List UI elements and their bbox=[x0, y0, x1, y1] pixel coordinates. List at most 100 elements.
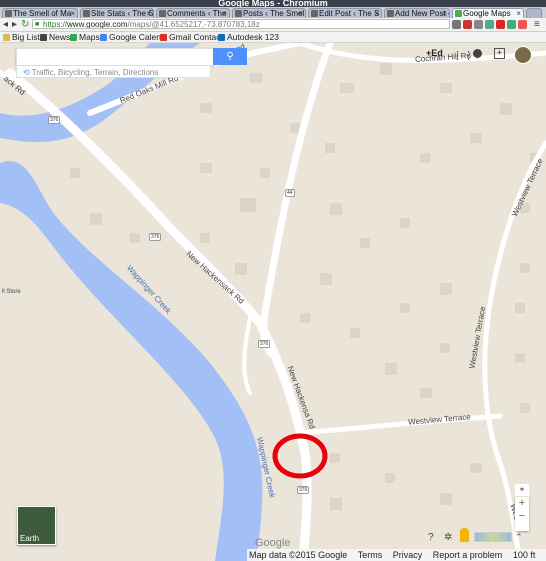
close-tab-icon[interactable]: × bbox=[298, 9, 303, 18]
tab-1[interactable]: Site Stats ‹ The S × bbox=[80, 8, 154, 18]
river-main bbox=[0, 161, 263, 561]
tab-label: Google Maps bbox=[463, 9, 511, 18]
earth-view-toggle[interactable]: Earth bbox=[17, 506, 56, 545]
close-tab-icon[interactable]: × bbox=[442, 9, 447, 18]
extension-icon[interactable] bbox=[507, 20, 516, 29]
back-icon[interactable]: ◂ bbox=[3, 19, 8, 30]
maps-icon bbox=[70, 34, 77, 41]
route-shield: 376 bbox=[297, 486, 310, 494]
earth-label: Earth bbox=[20, 534, 40, 543]
tab-strip: The Smell of Ma × Site Stats ‹ The S × Com… bbox=[0, 7, 546, 18]
bookmark-news[interactable]: News bbox=[40, 32, 70, 42]
report-problem-link[interactable]: Report a problem bbox=[433, 550, 503, 560]
tab-2[interactable]: Comments ‹ The × bbox=[156, 8, 230, 18]
tab-label: The Smell of Ma bbox=[13, 9, 72, 18]
directions-icon: ⟲ bbox=[23, 68, 30, 77]
bookmark-maps[interactable]: Maps bbox=[70, 32, 100, 42]
tab-label: Site Stats ‹ The S bbox=[91, 9, 154, 18]
zoom-in-button[interactable]: + bbox=[515, 497, 529, 510]
favicon-icon bbox=[387, 10, 394, 17]
google-logo: Google bbox=[255, 537, 291, 549]
close-tab-icon[interactable]: × bbox=[70, 9, 75, 18]
search-input[interactable] bbox=[16, 48, 214, 66]
new-tab-button[interactable] bbox=[526, 8, 542, 18]
favicon-icon bbox=[83, 10, 90, 17]
map-footer: Map data ©2015 Google Terms Privacy Repo… bbox=[247, 549, 546, 561]
extension-icon[interactable] bbox=[485, 20, 494, 29]
news-icon bbox=[40, 34, 47, 41]
help-icon[interactable]: ? bbox=[428, 532, 434, 543]
calendar-icon bbox=[100, 34, 107, 41]
apps-grid-icon[interactable]: ⋮⋮ bbox=[452, 49, 474, 62]
expand-chevron-up-icon[interactable]: ⌃ bbox=[515, 532, 523, 543]
zoom-control[interactable]: + − bbox=[515, 497, 529, 531]
tab-label: Comments ‹ The bbox=[167, 9, 227, 18]
avatar[interactable] bbox=[514, 46, 532, 64]
privacy-link[interactable]: Privacy bbox=[393, 550, 423, 560]
route-shield: 376 bbox=[258, 340, 271, 348]
window-titlebar: Google Maps - Chromium bbox=[0, 0, 546, 8]
notifications-icon[interactable] bbox=[473, 49, 482, 58]
terms-link[interactable]: Terms bbox=[358, 550, 383, 560]
bookmark-label: Big List bbox=[12, 32, 40, 42]
zoom-out-button[interactable]: − bbox=[515, 510, 529, 523]
tab-0[interactable]: The Smell of Ma × bbox=[2, 8, 78, 18]
bookmark-label: Gmail Contact bbox=[169, 32, 223, 42]
layers-hint-text: Traffic, Bicycling, Terrain, Directions bbox=[31, 68, 159, 77]
tab-label: Edit Post ‹ The S bbox=[319, 9, 380, 18]
menu-icon[interactable]: ≡ bbox=[534, 19, 540, 30]
browser-toolbar: ◂ ▸ ↻ ■ https://www.google.com/maps/@41.… bbox=[0, 18, 546, 32]
extension-icon[interactable] bbox=[518, 20, 527, 29]
extension-icon[interactable] bbox=[474, 20, 483, 29]
tab-5[interactable]: Add New Post ‹ × bbox=[384, 8, 450, 18]
share-plus-icon[interactable]: + bbox=[494, 48, 505, 59]
pegman-street-view-icon[interactable] bbox=[460, 528, 469, 542]
tab-4[interactable]: Edit Post ‹ The S × bbox=[308, 8, 382, 18]
url-host: www.google.com bbox=[67, 20, 128, 29]
scale-bar[interactable]: 100 ft bbox=[513, 550, 536, 560]
route-shield: 376 bbox=[149, 233, 162, 241]
bookmark-big-list[interactable]: Big List bbox=[3, 32, 40, 42]
bookmark-label: Autodesk 123 bbox=[227, 32, 279, 42]
route-shield: 376 bbox=[48, 116, 61, 124]
layers-hint[interactable]: ⟲ Traffic, Bicycling, Terrain, Direction… bbox=[16, 65, 211, 78]
search-icon: ⚲ bbox=[226, 51, 234, 62]
bookmark-autodesk[interactable]: Autodesk 123 bbox=[218, 32, 279, 42]
url-path: /maps/@41.6525217,-73.870783,18z bbox=[127, 20, 260, 29]
bookmark-google-calendar[interactable]: Google Calend bbox=[100, 32, 166, 42]
tab-3[interactable]: Posts ‹ The Smel × bbox=[232, 8, 306, 18]
folder-icon bbox=[3, 34, 10, 41]
reload-icon[interactable]: ↻ bbox=[21, 19, 29, 30]
close-tab-icon[interactable]: × bbox=[222, 9, 227, 18]
google-plus-name-link[interactable]: +Ed bbox=[426, 48, 443, 58]
close-tab-icon[interactable]: × bbox=[516, 9, 521, 18]
compass-icon[interactable]: ✶ bbox=[515, 484, 529, 496]
road-spur bbox=[242, 316, 252, 395]
close-tab-icon[interactable]: × bbox=[374, 9, 379, 18]
extension-icon[interactable] bbox=[496, 20, 505, 29]
tab-label: Posts ‹ The Smel bbox=[243, 9, 305, 18]
url-scheme: https:// bbox=[43, 20, 68, 29]
gmail-icon bbox=[160, 34, 167, 41]
tab-6-active[interactable]: Google Maps × bbox=[452, 8, 524, 18]
address-bar[interactable]: ■ https://www.google.com/maps/@41.652521… bbox=[32, 19, 450, 29]
route-shield: 44 bbox=[285, 189, 295, 197]
close-tab-icon[interactable]: × bbox=[146, 9, 151, 18]
poi-label-store: ll Store bbox=[2, 289, 21, 295]
search-button[interactable]: ⚲ bbox=[213, 48, 247, 65]
forward-icon[interactable]: ▸ bbox=[12, 19, 17, 30]
bookmarks-bar: Big List News Maps Google Calend Gmail C… bbox=[0, 32, 546, 43]
bookmark-gmail-contacts[interactable]: Gmail Contact bbox=[160, 32, 223, 42]
lock-icon: ■ bbox=[35, 21, 40, 28]
map-data-attribution: Map data ©2015 Google bbox=[249, 550, 348, 560]
favicon-icon bbox=[5, 10, 12, 17]
favicon-icon bbox=[235, 10, 242, 17]
favicon-icon bbox=[159, 10, 166, 17]
map-canvas[interactable]: Oaks Mill Road Red Oaks Mill Rd Cochran … bbox=[0, 43, 546, 561]
extension-icon[interactable] bbox=[463, 20, 472, 29]
imagery-thumbnails[interactable] bbox=[474, 532, 512, 542]
settings-gear-icon[interactable]: ✲ bbox=[444, 532, 452, 543]
bookmark-label: Maps bbox=[79, 32, 100, 42]
bookmark-label: News bbox=[49, 32, 71, 42]
extension-icon[interactable] bbox=[452, 20, 461, 29]
